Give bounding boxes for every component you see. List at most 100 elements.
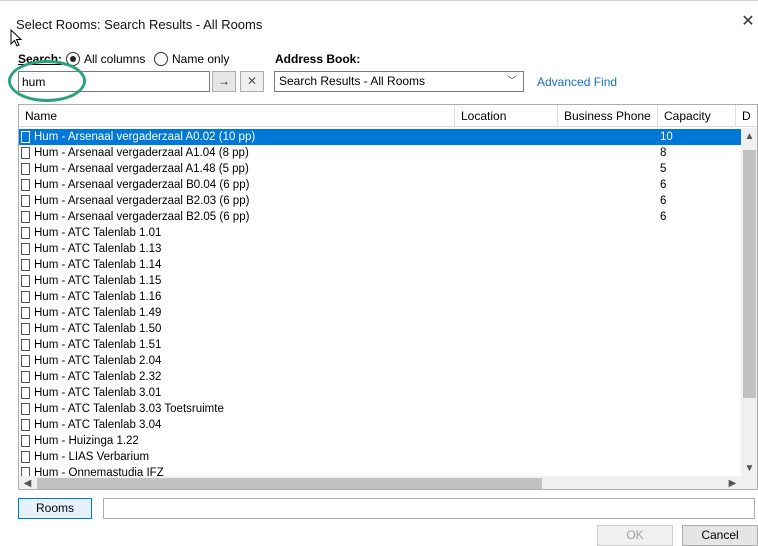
table-row[interactable]: Hum - LIAS Verbarium [19,449,741,465]
column-d[interactable]: D [736,105,757,127]
advanced-find-link[interactable]: Advanced Find [537,75,617,89]
table-row[interactable]: Hum - Arsenaal vergaderzaal A1.48 (5 pp)… [19,161,741,177]
window-title: Select Rooms: Search Results - All Rooms [16,17,263,32]
close-icon[interactable]: ✕ [741,13,755,31]
table-row[interactable]: Hum - ATC Talenlab 1.13 [19,241,741,257]
room-icon [21,131,30,143]
room-capacity: 6 [660,211,667,223]
column-business-phone[interactable]: Business Phone [558,105,658,127]
room-icon [21,227,30,239]
room-icon [21,275,30,287]
horizontal-scroll-thumb[interactable] [37,478,542,489]
room-name: Hum - LIAS Verbarium [34,451,150,463]
room-name: Hum - ATC Talenlab 1.14 [34,259,162,271]
table-row[interactable]: Hum - ATC Talenlab 3.01 [19,385,741,401]
table-row[interactable]: Hum - ATC Talenlab 1.50 [19,321,741,337]
table-row[interactable]: Hum - ATC Talenlab 1.49 [19,305,741,321]
horizontal-scrollbar[interactable]: ◀ ▶ [19,476,741,489]
room-name: Hum - Arsenaal vergaderzaal A0.02 (10 pp… [34,131,256,143]
title-bar: Select Rooms: Search Results - All Rooms… [0,0,758,47]
search-label: Search: [18,52,63,66]
list-header: Name Location Business Phone Capacity D [19,105,757,127]
table-row[interactable]: Hum - ATC Talenlab 1.51 [19,337,741,353]
go-button[interactable]: → [212,71,236,92]
table-row[interactable]: Hum - ATC Talenlab 3.03 Toetsruimte [19,401,741,417]
room-name: Hum - ATC Talenlab 1.15 [34,275,162,287]
room-icon [21,147,30,159]
cancel-button[interactable]: Cancel [682,525,758,546]
table-row[interactable]: Hum - Huizinga 1.22 [19,433,741,449]
room-icon [21,435,30,447]
room-icon [21,259,30,271]
table-row[interactable]: Hum - ATC Talenlab 1.15 [19,273,741,289]
scroll-down-icon[interactable]: ▼ [741,460,757,477]
room-name: Hum - ATC Talenlab 3.03 Toetsruimte [34,403,224,415]
rooms-list[interactable]: Name Location Business Phone Capacity D … [18,104,758,490]
search-input[interactable] [19,72,209,91]
table-row[interactable]: Hum - Arsenaal vergaderzaal A1.04 (8 pp)… [19,145,741,161]
column-name[interactable]: Name [19,105,455,127]
clear-search-button[interactable]: ✕ [240,71,264,92]
room-capacity: 5 [660,163,667,175]
room-name: Hum - ATC Talenlab 1.49 [34,307,162,319]
table-row[interactable]: Hum - Arsenaal vergaderzaal B2.03 (6 pp)… [19,193,741,209]
rooms-button[interactable]: Rooms [18,498,92,519]
room-icon [21,339,30,351]
scroll-right-icon[interactable]: ▶ [724,476,741,489]
room-name: Hum - Arsenaal vergaderzaal B0.04 (6 pp) [34,179,250,191]
room-name: Hum - ATC Talenlab 2.32 [34,371,162,383]
table-row[interactable]: Hum - ATC Talenlab 1.01 [19,225,741,241]
column-location[interactable]: Location [455,105,558,127]
column-capacity[interactable]: Capacity [658,105,736,127]
radio-all-columns[interactable] [66,52,80,66]
scroll-up-icon[interactable]: ▲ [741,128,757,145]
room-icon [21,243,30,255]
room-name: Hum - ATC Talenlab 3.04 [34,419,162,431]
address-book-select[interactable]: Search Results - All Rooms ﹀ [274,71,524,92]
table-row[interactable]: Hum - Arsenaal vergaderzaal A0.02 (10 pp… [19,129,741,145]
table-row[interactable]: Hum - ATC Talenlab 1.16 [19,289,741,305]
chevron-down-icon: ﹀ [507,76,517,87]
table-row[interactable]: Hum - ATC Talenlab 1.14 [19,257,741,273]
scrollbar-corner [741,476,757,489]
table-row[interactable]: Hum - ATC Talenlab 2.32 [19,369,741,385]
room-icon [21,371,30,383]
table-row[interactable]: Hum - Arsenaal vergaderzaal B2.05 (6 pp)… [19,209,741,225]
room-capacity: 8 [660,147,667,159]
mouse-cursor-icon [10,29,23,47]
room-icon [21,179,30,191]
radio-name-only[interactable] [154,52,168,66]
ok-button[interactable]: OK [597,525,673,546]
room-name: Hum - Arsenaal vergaderzaal A1.04 (8 pp) [34,147,249,159]
room-name: Hum - ATC Talenlab 1.13 [34,243,162,255]
address-book-label: Address Book: [275,52,361,66]
room-icon [21,355,30,367]
room-name: Hum - ATC Talenlab 1.51 [34,339,162,351]
room-icon [21,163,30,175]
room-capacity: 6 [660,179,667,191]
room-capacity: 10 [660,131,673,143]
radio-all-columns-label[interactable]: All columns [84,52,145,66]
room-icon [21,307,30,319]
search-field[interactable] [18,71,210,92]
vertical-scroll-thumb[interactable] [743,150,756,398]
table-row[interactable]: Hum - ATC Talenlab 3.04 [19,417,741,433]
vertical-scrollbar[interactable]: ▲ ▼ [741,128,757,477]
room-name: Hum - Arsenaal vergaderzaal B2.03 (6 pp) [34,195,250,207]
room-icon [21,323,30,335]
room-name: Hum - Arsenaal vergaderzaal A1.48 (5 pp) [34,163,249,175]
room-name: Hum - ATC Talenlab 1.16 [34,291,162,303]
room-capacity: 6 [660,195,667,207]
room-name: Hum - ATC Talenlab 1.50 [34,323,162,335]
room-name: Hum - Arsenaal vergaderzaal B2.05 (6 pp) [34,211,250,223]
room-icon [21,387,30,399]
room-icon [21,403,30,415]
radio-name-only-label[interactable]: Name only [172,52,229,66]
table-row[interactable]: Hum - Arsenaal vergaderzaal B0.04 (6 pp)… [19,177,741,193]
rooms-field[interactable] [103,498,755,519]
room-icon [21,211,30,223]
table-row[interactable]: Hum - ATC Talenlab 2.04 [19,353,741,369]
room-icon [21,195,30,207]
room-icon [21,451,30,463]
scroll-left-icon[interactable]: ◀ [19,476,36,489]
